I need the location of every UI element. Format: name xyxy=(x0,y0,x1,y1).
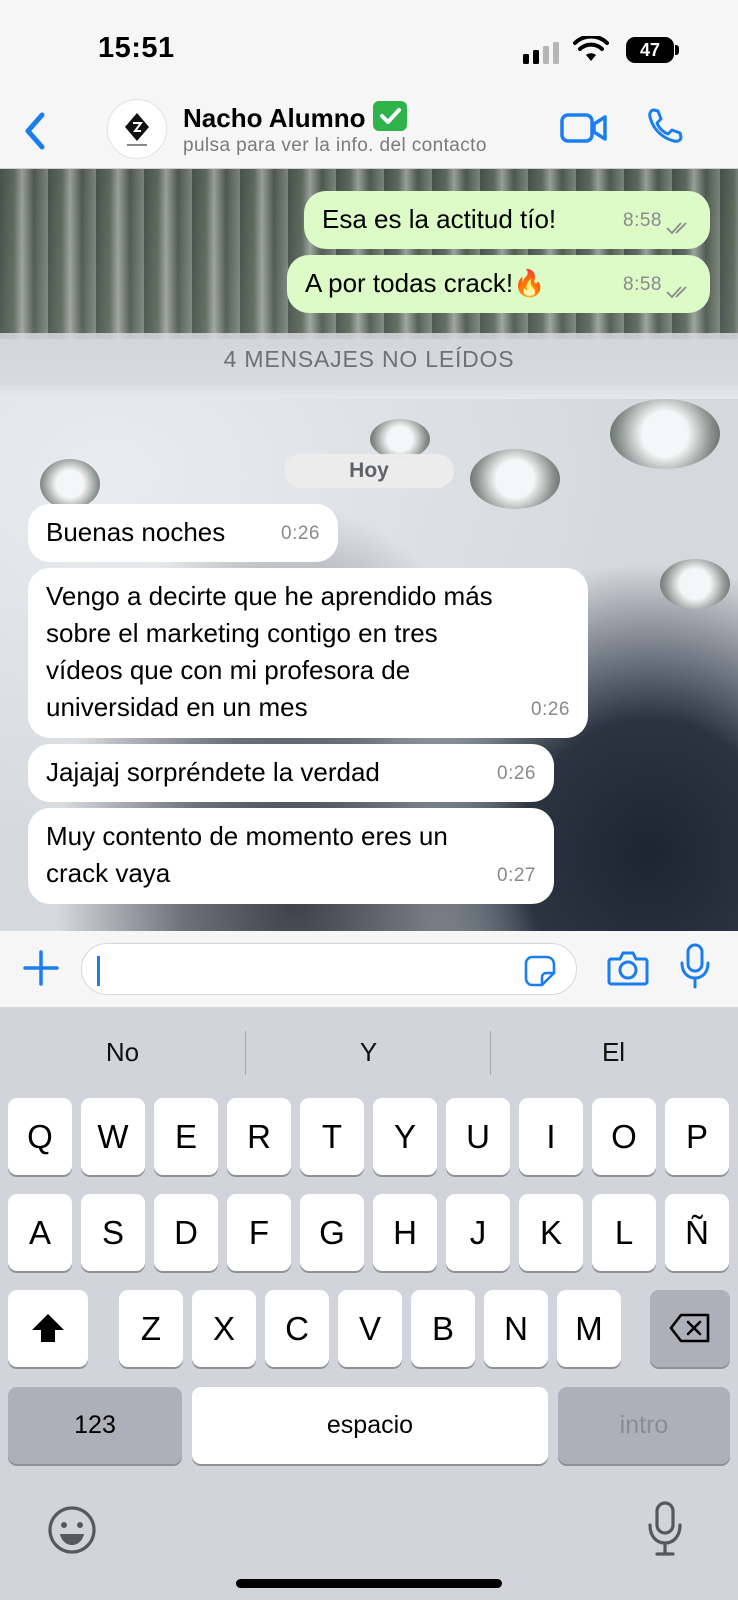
key-i[interactable]: I xyxy=(519,1098,583,1175)
suggestion-2[interactable]: Y xyxy=(246,1007,491,1097)
key-e[interactable]: E xyxy=(154,1098,218,1175)
double-check-icon xyxy=(666,286,687,299)
phone-icon[interactable] xyxy=(645,106,685,146)
double-check-icon xyxy=(666,222,687,235)
outgoing-message[interactable]: A por todas crack!🔥 8:58 xyxy=(287,255,710,313)
key-a[interactable]: A xyxy=(8,1194,72,1271)
wallpaper-bush xyxy=(40,459,100,509)
message-text: Buenas noches xyxy=(46,517,226,547)
key-d[interactable]: D xyxy=(154,1194,218,1271)
message-line: vídeos que con mi profesora de xyxy=(46,655,411,685)
key-n[interactable]: N xyxy=(484,1290,548,1367)
message-text: A por todas crack!🔥 xyxy=(305,268,546,298)
suggestion-1[interactable]: No xyxy=(0,1007,245,1097)
key-l[interactable]: L xyxy=(592,1194,656,1271)
key-c[interactable]: C xyxy=(265,1290,329,1367)
keyboard: No Y El Q W E R T Y U I O P A S D F G H … xyxy=(0,1007,738,1600)
avatar-logo-icon xyxy=(125,113,149,146)
emoji-icon[interactable] xyxy=(46,1504,98,1556)
key-p[interactable]: P xyxy=(665,1098,729,1175)
message-time: 0:26 xyxy=(497,763,536,784)
message-time: 8:58 xyxy=(623,274,662,295)
cellular-signal-icon xyxy=(523,42,559,64)
key-u[interactable]: U xyxy=(446,1098,510,1175)
unread-messages-banner: 4 MENSAJES NO LEÍDOS xyxy=(0,333,738,385)
contact-info-hint[interactable]: pulsa para ver la info. del contacto xyxy=(183,135,487,157)
message-time: 8:58 xyxy=(623,210,662,231)
message-line: Vengo a decirte que he aprendido más xyxy=(46,581,493,611)
key-j[interactable]: J xyxy=(446,1194,510,1271)
dictation-microphone-icon[interactable] xyxy=(646,1501,684,1557)
status-time: 15:51 xyxy=(98,32,175,64)
key-h[interactable]: H xyxy=(373,1194,437,1271)
message-line: universidad en un mes xyxy=(46,692,308,722)
return-key[interactable]: intro xyxy=(558,1387,730,1464)
message-line: Muy contento de momento eres un xyxy=(46,821,448,851)
key-m[interactable]: M xyxy=(557,1290,621,1367)
key-s[interactable]: S xyxy=(81,1194,145,1271)
avatar[interactable] xyxy=(107,99,167,159)
incoming-message[interactable]: Buenas noches 0:26 xyxy=(28,504,338,562)
suggestion-3[interactable]: El xyxy=(491,1007,736,1097)
wallpaper-bush xyxy=(470,449,560,509)
battery-cap xyxy=(675,45,679,55)
message-input-bar xyxy=(0,931,738,1007)
message-text: Esa es la actitud tío! xyxy=(322,204,557,234)
wallpaper-bush xyxy=(660,559,730,609)
text-caret xyxy=(97,956,100,986)
message-line: crack vaya xyxy=(46,858,171,888)
key-z[interactable]: Z xyxy=(119,1290,183,1367)
message-time: 0:27 xyxy=(497,865,536,886)
chevron-left-icon[interactable] xyxy=(18,109,58,153)
incoming-message[interactable]: Vengo a decirte que he aprendido más sob… xyxy=(28,568,588,738)
key-w[interactable]: W xyxy=(81,1098,145,1175)
date-separator: Hoy xyxy=(284,454,454,488)
message-text: Jajajaj sorpréndete la verdad xyxy=(46,757,380,787)
key-q[interactable]: Q xyxy=(8,1098,72,1175)
key-v[interactable]: V xyxy=(338,1290,402,1367)
key-k[interactable]: K xyxy=(519,1194,583,1271)
incoming-message[interactable]: Muy contento de momento eres un crack va… xyxy=(28,808,554,904)
check-mark-button-icon xyxy=(373,101,408,131)
key-o[interactable]: O xyxy=(592,1098,656,1175)
wallpaper-bush xyxy=(370,419,430,459)
battery-indicator: 47 xyxy=(626,37,674,63)
microphone-icon[interactable] xyxy=(678,943,712,989)
sticker-icon[interactable] xyxy=(524,955,556,987)
key-b[interactable]: B xyxy=(411,1290,475,1367)
wifi-icon xyxy=(573,36,609,61)
incoming-message[interactable]: Jajajaj sorpréndete la verdad 0:26 xyxy=(28,744,554,802)
key-x[interactable]: X xyxy=(192,1290,256,1367)
plus-icon[interactable] xyxy=(22,949,60,987)
key-r[interactable]: R xyxy=(227,1098,291,1175)
home-indicator xyxy=(236,1579,502,1588)
chat-header: Nacho Alumno pulsa para ver la info. del… xyxy=(0,95,738,169)
key-enye[interactable]: Ñ xyxy=(665,1194,729,1271)
wallpaper-bush xyxy=(610,399,720,469)
key-g[interactable]: G xyxy=(300,1194,364,1271)
key-t[interactable]: T xyxy=(300,1098,364,1175)
contact-name-text: Nacho Alumno xyxy=(183,103,366,133)
message-input[interactable] xyxy=(81,943,577,995)
shift-icon xyxy=(32,1314,64,1342)
key-f[interactable]: F xyxy=(227,1194,291,1271)
status-bar: 15:51 47 xyxy=(0,0,738,95)
backspace-icon xyxy=(669,1313,710,1343)
outgoing-message[interactable]: Esa es la actitud tío! 8:58 xyxy=(304,191,710,249)
key-y[interactable]: Y xyxy=(373,1098,437,1175)
chat-area[interactable]: Esa es la actitud tío! 8:58 A por todas … xyxy=(0,169,738,931)
message-time: 0:26 xyxy=(281,523,320,544)
shift-key[interactable] xyxy=(8,1290,88,1367)
backspace-key[interactable] xyxy=(650,1290,730,1367)
camera-icon[interactable] xyxy=(607,949,649,987)
contact-name[interactable]: Nacho Alumno xyxy=(183,101,408,134)
space-key[interactable]: espacio xyxy=(192,1387,548,1464)
numbers-key[interactable]: 123 xyxy=(8,1387,182,1464)
message-line: sobre el marketing contigo en tres xyxy=(46,618,438,648)
video-camera-icon[interactable] xyxy=(560,110,608,146)
message-time: 0:26 xyxy=(531,699,570,720)
